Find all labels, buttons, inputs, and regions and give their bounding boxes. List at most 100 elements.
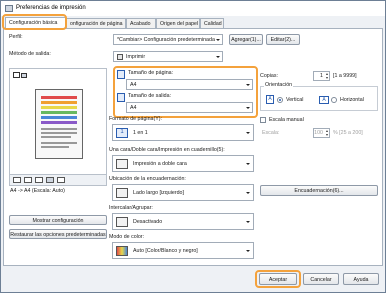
help-button[interactable]: Ayuda — [343, 273, 379, 285]
output-method-dropdown[interactable]: Imprimir — [113, 51, 223, 62]
restore-defaults-button[interactable]: Restaurar las opciones predeterminadas — [9, 229, 107, 239]
preview-mode-icon — [21, 73, 27, 78]
color-mode-value: Auto [Color/Blanco y negro] — [133, 248, 198, 254]
printer-icon — [5, 5, 13, 12]
collate-value: Desactivado — [133, 219, 163, 225]
tab-paper-source[interactable]: Origen del papel — [156, 18, 200, 28]
duplex-label: Una cara/Doble cara/Impresión en cuadern… — [109, 147, 225, 153]
landscape-radio[interactable] — [331, 97, 337, 103]
page-size-value: A4 — [130, 82, 137, 88]
profile-dropdown[interactable]: *Cambiar> Configuración predeterminada — [113, 34, 223, 45]
copies-input[interactable]: 1 — [313, 71, 330, 81]
chevron-down-icon — [246, 107, 250, 109]
show-settings-button[interactable]: Mostrar configuración — [9, 215, 107, 225]
tab-finishing[interactable]: Acabado — [126, 18, 156, 28]
binding-location-label: Ubicación de la encuadernación: — [109, 176, 186, 182]
preview-caption: A4 -> A4 (Escala: Auto) — [10, 188, 65, 194]
spin-up-icon[interactable] — [326, 73, 328, 75]
page-size-dropdown[interactable]: A4 — [126, 79, 253, 90]
output-size-value: A4 — [130, 105, 137, 111]
color-icon[interactable] — [57, 177, 65, 183]
page-layout-icon: 1 — [116, 128, 128, 138]
preview-toolbar — [9, 175, 107, 186]
window-title: Preferencias de impresión — [16, 5, 86, 11]
tab-quality[interactable]: Calidad — [200, 18, 224, 28]
scale-input[interactable]: 100 — [313, 128, 330, 138]
spin-down-icon[interactable] — [326, 134, 328, 136]
chevron-down-icon — [246, 163, 250, 165]
collate-dropdown[interactable]: Desactivado — [112, 213, 254, 230]
print-preview — [9, 68, 107, 175]
page-view-icon — [13, 72, 20, 78]
copies-range: [1 a 9999] — [333, 73, 357, 79]
tab-highlight — [2, 14, 67, 30]
profile-label: Perfil: — [9, 34, 23, 40]
preview-stripe — [41, 116, 77, 119]
collate-icon — [116, 217, 128, 227]
portrait-label: Vertical — [286, 97, 304, 103]
page-layout-label: Formato de página(Y): — [109, 116, 162, 122]
binding-location-dropdown[interactable]: Lado largo [izquierdo] — [112, 184, 254, 201]
duplex-value: Impresión a doble cara — [133, 161, 187, 167]
binding-location-value: Lado largo [izquierdo] — [133, 190, 184, 196]
page-layout-value: 1 en 1 — [133, 130, 148, 136]
scale-label: Escala: — [262, 130, 280, 136]
preview-stripe — [41, 121, 77, 124]
output-size-icon — [117, 93, 125, 102]
finishing-icon[interactable] — [35, 177, 43, 183]
preview-text-line — [41, 136, 71, 138]
landscape-label: Horizontal — [340, 97, 364, 103]
printer-icon — [117, 54, 123, 60]
page-size-icon — [117, 70, 125, 79]
staple-icon[interactable] — [24, 177, 32, 183]
preview-text-line — [41, 132, 77, 134]
tab-page-setup[interactable]: onfiguración de página — [66, 18, 126, 28]
preview-text-line — [41, 146, 69, 148]
edit-profile-button[interactable]: Editar(2)... — [266, 34, 300, 45]
duplex-icon — [116, 159, 128, 169]
landscape-icon: A — [319, 96, 329, 104]
copies-value: 1 — [320, 73, 323, 79]
chevron-down-icon — [246, 84, 250, 86]
binding-button[interactable]: Encuadernación(6)... — [260, 185, 378, 196]
spin-down-icon[interactable] — [326, 77, 328, 79]
output-method-value: Imprimir — [126, 54, 146, 60]
color-mode-dropdown[interactable]: Auto [Color/Blanco y negro] — [112, 242, 254, 259]
preview-text-line — [41, 128, 77, 130]
chevron-down-icon — [216, 56, 220, 58]
preview-stripe — [41, 96, 77, 99]
chevron-down-icon — [246, 132, 250, 134]
manual-scaling-label: Escala manual — [269, 117, 304, 123]
chevron-down-icon — [246, 221, 250, 223]
preview-stripe — [41, 106, 77, 109]
chevron-down-icon — [246, 192, 250, 194]
output-method-label: Método de salida: — [9, 51, 51, 57]
orientation-label: Orientación — [264, 82, 294, 88]
page-layout-dropdown[interactable]: 1 1 en 1 — [112, 124, 254, 141]
ok-button[interactable]: Aceptar — [259, 273, 297, 285]
collate-label: Intercalar/Agrupar: — [109, 205, 153, 211]
preview-text-line — [41, 142, 77, 144]
preview-stripe — [41, 111, 77, 114]
manual-scaling-checkbox[interactable] — [260, 117, 266, 123]
layout-icon[interactable] — [13, 177, 21, 183]
cancel-button[interactable]: Cancelar — [303, 273, 339, 285]
paper-icon[interactable] — [46, 177, 54, 183]
portrait-icon: A — [266, 95, 274, 104]
add-profile-button[interactable]: Agregar(1)... — [229, 34, 263, 45]
chevron-down-icon — [246, 250, 250, 252]
color-mode-label: Modo de color: — [109, 234, 145, 240]
preview-stripe — [41, 101, 77, 104]
color-mode-icon — [116, 246, 128, 256]
duplex-dropdown[interactable]: Impresión a doble cara — [112, 155, 254, 172]
binding-icon — [116, 188, 128, 198]
portrait-radio[interactable] — [277, 97, 283, 103]
profile-value: *Cambiar> Configuración predeterminada — [117, 37, 215, 43]
copies-label: Copias: — [260, 73, 278, 79]
preview-page — [35, 89, 83, 159]
chevron-down-icon — [216, 39, 220, 41]
scale-range: % [25 a 200] — [333, 130, 363, 136]
output-size-dropdown[interactable]: A4 — [126, 102, 253, 113]
spin-up-icon[interactable] — [326, 130, 328, 132]
scale-value: 100 — [314, 130, 323, 136]
